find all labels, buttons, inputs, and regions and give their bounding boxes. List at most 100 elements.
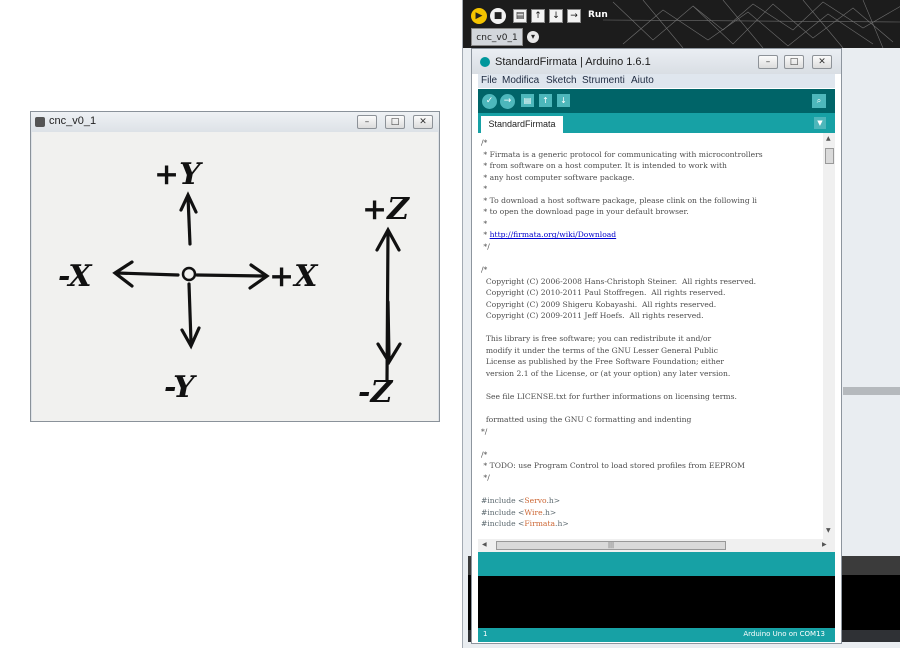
console-output — [478, 576, 835, 628]
open-icon[interactable]: ↑ — [531, 9, 545, 23]
background-panel-divider — [843, 387, 900, 395]
code-line: * http://firmata.org/wiki/Download — [481, 230, 617, 240]
scroll-right-icon[interactable]: ▶ — [822, 541, 827, 548]
code-line: Copyright (C) 2009-2011 Jeff Hoefs. All … — [481, 311, 704, 321]
origin-circle — [181, 266, 197, 282]
code-line: */ — [481, 472, 490, 482]
new-icon[interactable]: ▤ — [513, 9, 527, 23]
run-icon[interactable]: ▶ — [471, 8, 487, 24]
arduino-toolbar: ✓ → ▤ ↑ ↓ ⌕ — [478, 89, 835, 113]
save-icon[interactable]: ↓ — [549, 9, 563, 23]
new-icon[interactable]: ▤ — [521, 94, 534, 107]
include-header-name: Wire — [524, 507, 543, 517]
cnc-sketch-window: cnc_v0_1 – □ ✕ +Y -Y -X +X +Z -Z — [30, 111, 440, 422]
run-label: Run — [588, 10, 608, 20]
cnc-titlebar[interactable]: cnc_v0_1 – □ ✕ — [31, 112, 439, 132]
firmata-link[interactable]: http://firmata.org/wiki/Download — [490, 230, 617, 239]
verify-icon[interactable]: ✓ — [482, 94, 497, 109]
scroll-left-icon[interactable]: ◀ — [482, 541, 487, 548]
arduino-titlebar[interactable]: StandardFirmata | Arduino 1.6.1 – □ ✕ — [472, 49, 841, 74]
label-plus-z: +Z — [362, 192, 410, 227]
close-button[interactable]: ✕ — [812, 55, 832, 69]
arrow-minus-z — [386, 300, 391, 360]
code-line: * Firmata is a generic protocol for comm… — [481, 149, 763, 159]
line-number: 1 — [483, 630, 488, 638]
arduino-logo-icon — [480, 57, 490, 67]
scrollbar-thumb[interactable]: ||| — [496, 541, 726, 550]
vertical-scrollbar[interactable]: ▲ ▼ — [823, 133, 835, 539]
code-line: See file LICENSE.txt for further informa… — [481, 392, 737, 402]
minimize-button[interactable]: – — [357, 115, 377, 129]
scrollbar-thumb[interactable] — [825, 148, 834, 164]
code-line: #include <Servo.h> — [481, 495, 561, 505]
minimize-button[interactable]: – — [758, 55, 778, 69]
board-port-label: Arduino Uno on COM13 — [743, 630, 825, 638]
code-line: version 2.1 of the License, or (at your … — [481, 368, 731, 378]
sketch-tab[interactable]: cnc_v0_1 — [471, 28, 523, 46]
tab-bar: StandardFirmata ▼ — [478, 113, 835, 133]
window-title: cnc_v0_1 — [49, 115, 97, 127]
code-line: * to open the download page in your defa… — [481, 207, 689, 217]
horizontal-scrollbar[interactable]: ◀ ||| ▶ — [478, 539, 835, 552]
scroll-up-icon[interactable]: ▲ — [826, 135, 831, 142]
scroll-down-icon[interactable]: ▼ — [826, 527, 831, 534]
menu-strumenti[interactable]: Strumenti — [582, 75, 625, 86]
code-line: modify it under the terms of the GNU Les… — [481, 345, 718, 355]
maximize-button[interactable]: □ — [784, 55, 804, 69]
label-minus-y: -Y — [164, 370, 197, 405]
code-line: /* — [481, 138, 488, 147]
app-icon — [35, 117, 45, 127]
code-line: */ — [481, 426, 488, 436]
code-line: */ — [481, 241, 490, 251]
menu-modifica[interactable]: Modifica — [502, 75, 539, 86]
code-line: formatted using the GNU C formatting and… — [481, 415, 692, 425]
arduino-window: StandardFirmata | Arduino 1.6.1 – □ ✕ Fi… — [471, 48, 842, 644]
code-line: Copyright (C) 2010-2011 Paul Stoffregen.… — [481, 288, 726, 298]
menu-bar: File Modifica Sketch Strumenti Aiuto — [478, 74, 835, 88]
axis-drawing: +Y -Y -X +X +Z -Z — [58, 157, 410, 410]
menu-sketch[interactable]: Sketch — [546, 75, 577, 86]
include-header-name: Servo — [524, 495, 547, 505]
upload-icon[interactable]: → — [500, 94, 515, 109]
maximize-button[interactable]: □ — [385, 115, 405, 129]
code-line: License as published by the Free Softwar… — [481, 357, 725, 367]
code-line: * TODO: use Program Control to load stor… — [481, 461, 745, 471]
footer-bar: 1 Arduino Uno on COM13 — [478, 628, 835, 642]
label-plus-y: +Y — [154, 157, 203, 192]
menu-aiuto[interactable]: Aiuto — [631, 75, 654, 86]
arrow-minus-x — [115, 271, 180, 277]
tab-menu-icon[interactable]: ▾ — [527, 31, 539, 43]
code-line: * — [481, 218, 488, 228]
save-icon[interactable]: ↓ — [557, 94, 570, 107]
status-bar — [478, 552, 835, 576]
code-line: * — [481, 184, 488, 194]
stop-icon[interactable]: ■ — [490, 8, 506, 24]
tab-standardfirmata[interactable]: StandardFirmata — [481, 116, 563, 133]
code-line: * any host computer software package. — [481, 172, 635, 182]
code-line: /* — [481, 265, 488, 275]
close-button[interactable]: ✕ — [413, 115, 433, 129]
label-plus-x: +X — [269, 259, 319, 294]
arrow-plus-y — [186, 195, 192, 246]
background-ide-toolbar: ▶ ■ ▤ ↑ ↓ → Run cnc_v0_1 ▾ — [463, 0, 900, 48]
arrow-plus-x — [195, 273, 266, 278]
window-title: StandardFirmata | Arduino 1.6.1 — [495, 56, 651, 68]
code-editor[interactable]: /* * Firmata is a generic protocol for c… — [478, 133, 835, 539]
tab-menu-icon[interactable]: ▼ — [814, 117, 826, 129]
code-line: Copyright (C) 2009 Shigeru Kobayashi. Al… — [481, 299, 717, 309]
serial-monitor-icon[interactable]: ⌕ — [812, 94, 826, 108]
open-icon[interactable]: ↑ — [539, 94, 552, 107]
arrow-minus-y — [187, 282, 193, 344]
menu-file[interactable]: File — [481, 75, 497, 86]
camera-canvas: +Y -Y -X +X +Z -Z — [32, 132, 438, 421]
code-line: #include <Wire.h> — [481, 507, 557, 517]
code-line: /* — [481, 449, 488, 459]
export-icon[interactable]: → — [567, 9, 581, 23]
code-text[interactable]: /* * Firmata is a generic protocol for c… — [481, 137, 821, 530]
